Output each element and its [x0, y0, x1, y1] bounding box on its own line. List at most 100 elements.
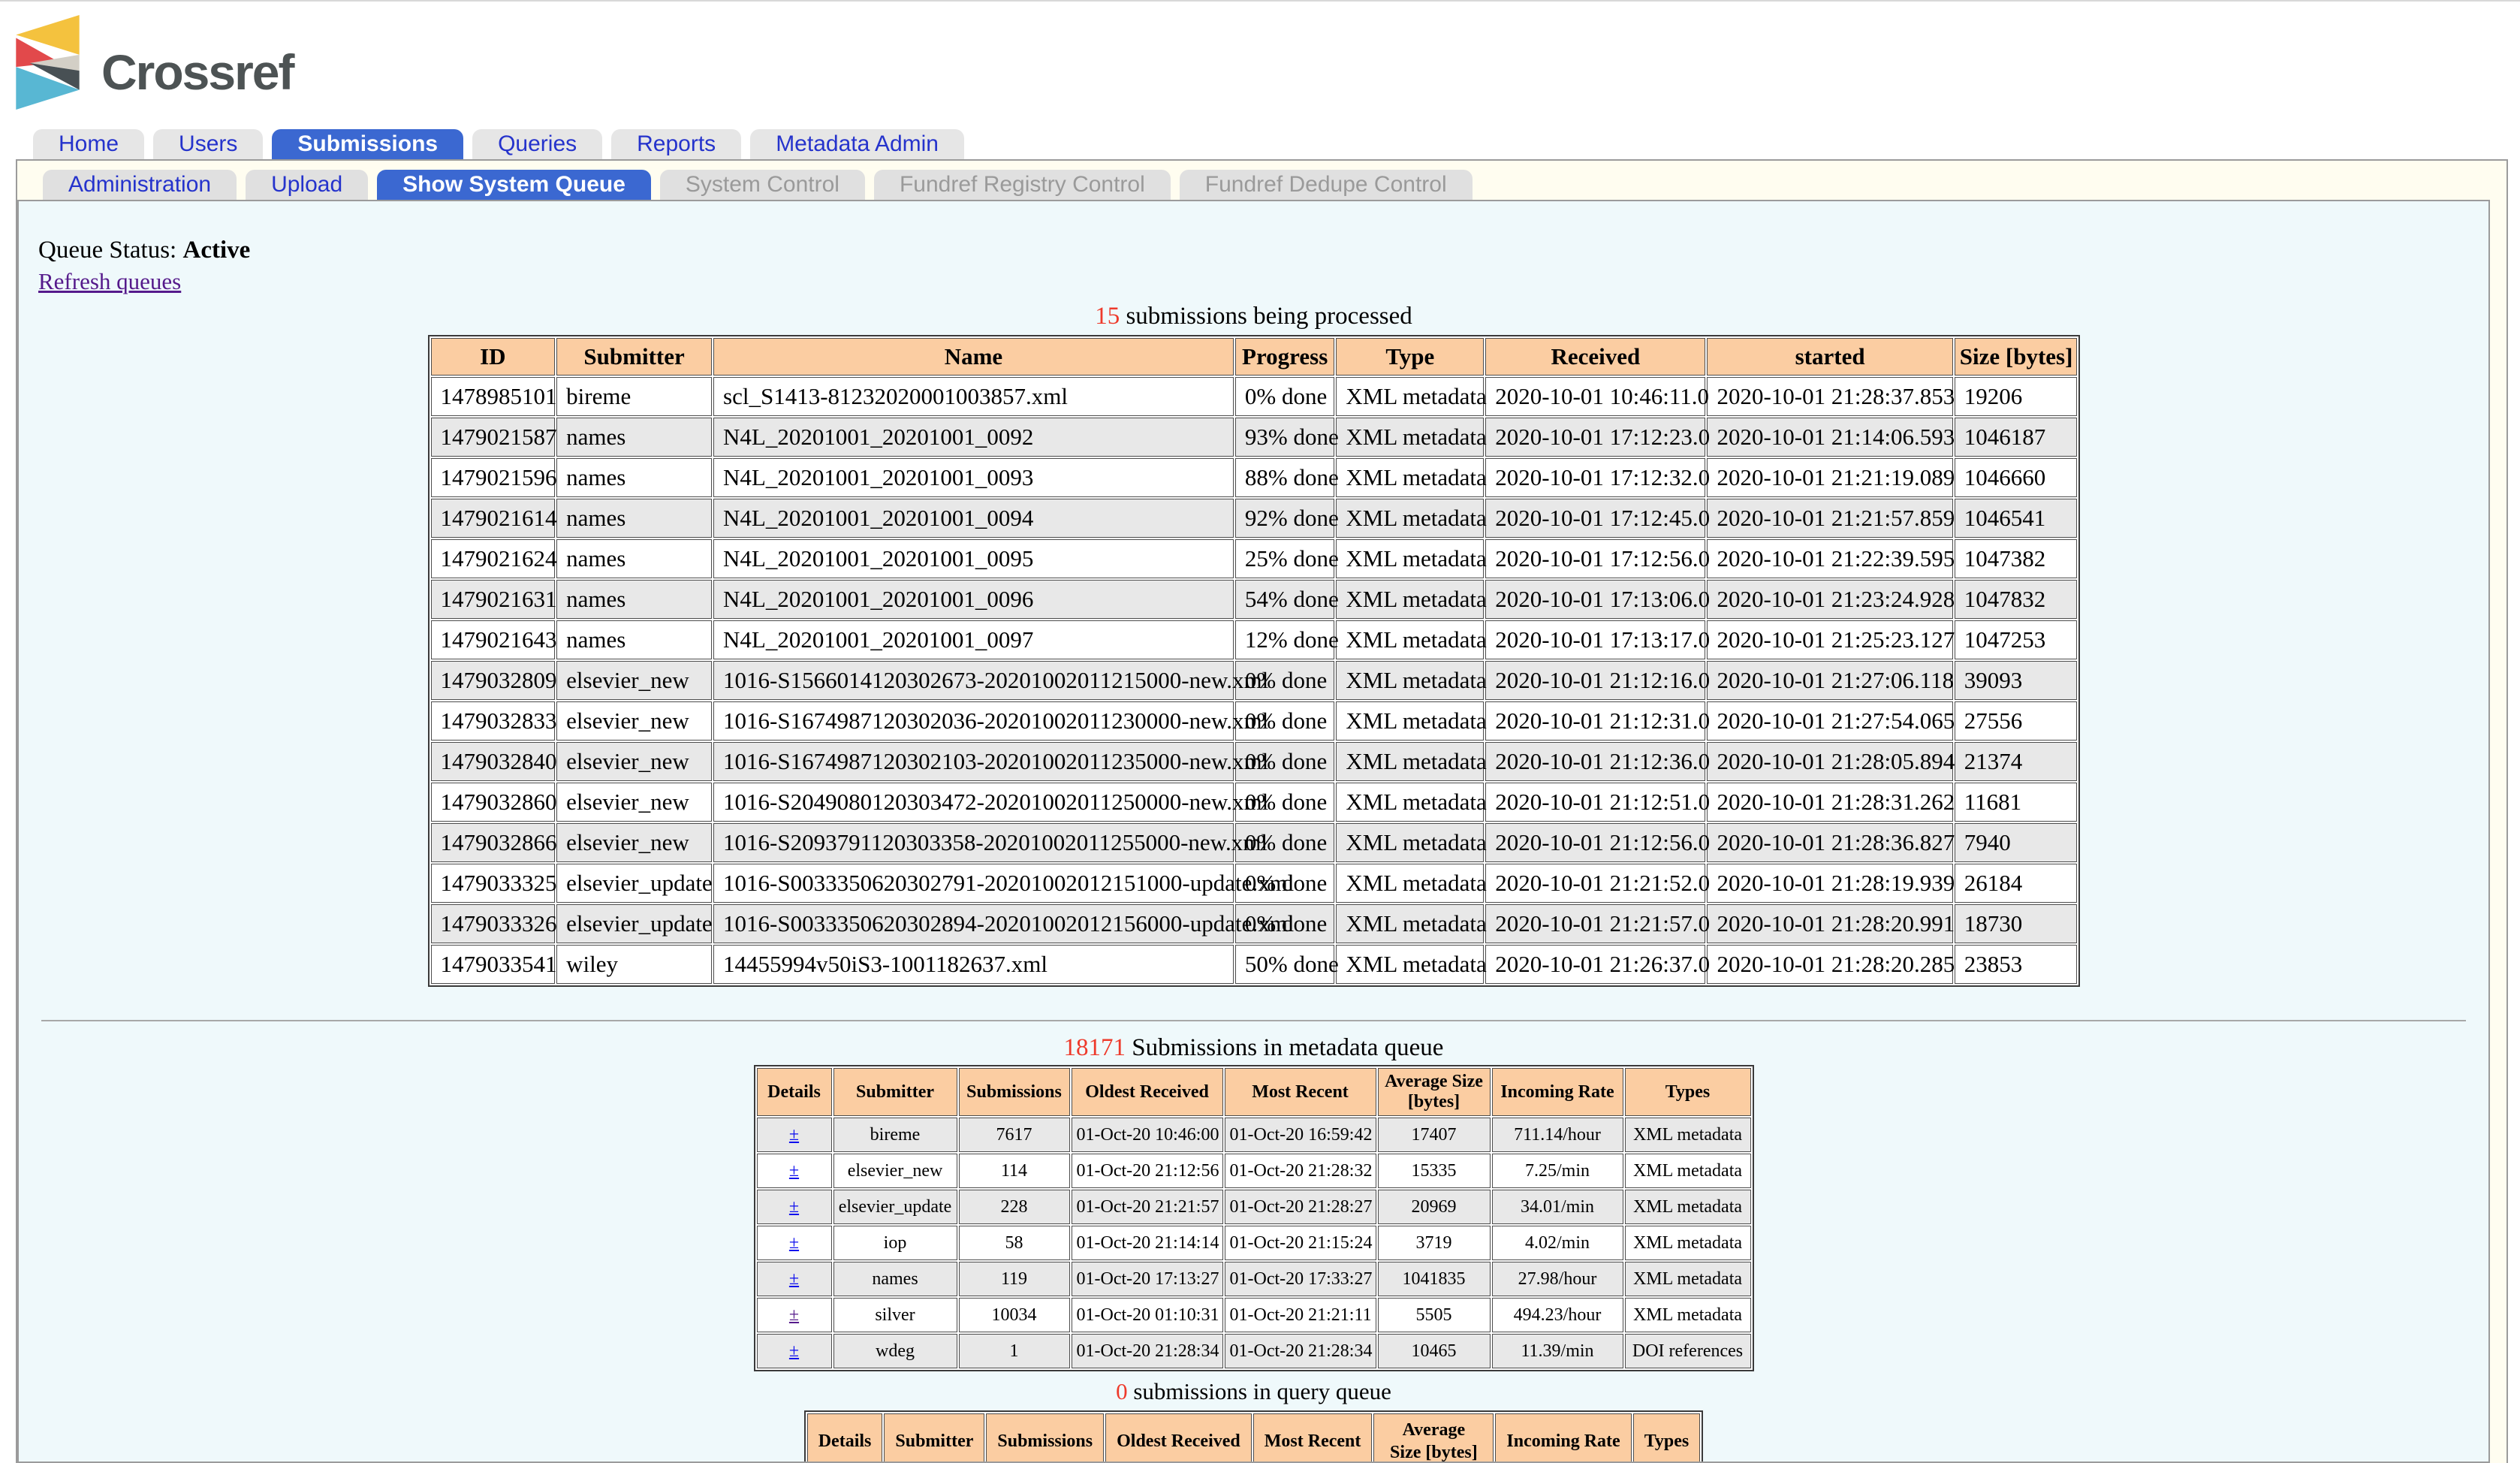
cell: 2020-10-01 21:12:16.0 [1485, 661, 1705, 700]
cell: N4L_20201001_20201001_0096 [713, 580, 1234, 619]
query-queue-caption: 0 submissions in query queue [19, 1377, 2488, 1406]
cell: 228 [959, 1190, 1070, 1224]
cell: 2020-10-01 21:28:19.939 [1707, 864, 1952, 903]
query-queue-header-row: DetailsSubmitterSubmissionsOldest Receiv… [807, 1413, 1701, 1463]
cell: XML metadata [1336, 904, 1484, 943]
table-row: 1479021643namesN4L_20201001_20201001_009… [431, 620, 2077, 659]
cell: 34.01/min [1492, 1190, 1623, 1224]
crossref-logo[interactable]: Crossref [16, 15, 2520, 110]
column-header: Progress [1235, 338, 1335, 376]
cell: XML metadata [1336, 823, 1484, 862]
cell: 1479032860 [431, 783, 556, 822]
expand-details-link[interactable]: ± [789, 1305, 799, 1325]
cell: 2020-10-01 21:12:31.0 [1485, 701, 1705, 741]
nav-tab-queries[interactable]: Queries [472, 129, 602, 159]
cell: 01-Oct-20 21:14:14 [1072, 1226, 1223, 1260]
cell: 2020-10-01 21:26:37.0 [1485, 945, 1705, 984]
expand-details-link[interactable]: ± [789, 1197, 799, 1217]
table-row: ±iop5801-Oct-20 21:14:1401-Oct-20 21:15:… [757, 1226, 1751, 1260]
cell: 1479032809 [431, 661, 556, 700]
expand-details-link[interactable]: ± [789, 1233, 799, 1253]
cell: 0% done [1235, 783, 1335, 822]
subtab-show-system-queue[interactable]: Show System Queue [377, 170, 651, 200]
column-header: Submitter [556, 338, 712, 376]
expand-details-link[interactable]: ± [789, 1125, 799, 1145]
details-cell: ± [757, 1226, 832, 1260]
nav-tab-reports[interactable]: Reports [611, 129, 741, 159]
expand-details-link[interactable]: ± [789, 1269, 799, 1289]
cell: 01-Oct-20 21:28:32 [1225, 1154, 1376, 1188]
metadata-queue-header-row: DetailsSubmitterSubmissionsOldest Receiv… [757, 1068, 1751, 1116]
cell: 1479021624 [431, 539, 556, 578]
cell: 2020-10-01 17:12:32.0 [1485, 458, 1705, 497]
cell: bireme [833, 1118, 957, 1152]
cell: 7940 [1955, 823, 2077, 862]
section-divider [41, 1020, 2466, 1021]
subtab-fundref-dedupe-control: Fundref Dedupe Control [1180, 170, 1473, 200]
cell: 2020-10-01 17:12:56.0 [1485, 539, 1705, 578]
cell: 01-Oct-20 01:10:31 [1072, 1298, 1223, 1332]
table-row: ±elsevier_update22801-Oct-20 21:21:5701-… [757, 1190, 1751, 1224]
cell: 2020-10-01 17:12:45.0 [1485, 499, 1705, 538]
cell: 2020-10-01 21:23:24.928 [1707, 580, 1952, 619]
nav-tab-home[interactable]: Home [33, 129, 144, 159]
cell: 1047253 [1955, 620, 2077, 659]
cell: 2020-10-01 21:21:19.089 [1707, 458, 1952, 497]
cell: names [556, 620, 712, 659]
cell: XML metadata [1625, 1226, 1751, 1260]
cell: N4L_20201001_20201001_0094 [713, 499, 1234, 538]
nav-tab-users[interactable]: Users [153, 129, 263, 159]
cell: 50% done [1235, 945, 1335, 984]
cell: 119 [959, 1262, 1070, 1296]
cell: 1479033326 [431, 904, 556, 943]
query-queue-count: 0 [1116, 1378, 1128, 1404]
cell: 58 [959, 1226, 1070, 1260]
subtab-administration[interactable]: Administration [43, 170, 237, 200]
cell: XML metadata [1336, 864, 1484, 903]
cell: 88% done [1235, 458, 1335, 497]
nav-tab-submissions[interactable]: Submissions [272, 129, 463, 159]
nav-tab-metadata-admin[interactable]: Metadata Admin [750, 129, 964, 159]
column-header: Details [757, 1068, 832, 1116]
cell: XML metadata [1336, 418, 1484, 457]
subtab-upload[interactable]: Upload [246, 170, 368, 200]
cell: 7617 [959, 1118, 1070, 1152]
cell: 0% done [1235, 864, 1335, 903]
cell: XML metadata [1336, 742, 1484, 781]
cell: elsevier_new [556, 701, 712, 741]
cell: 1478985101 [431, 377, 556, 416]
column-header: Oldest Received [1072, 1068, 1223, 1116]
table-row: 1479032860elsevier_new1016-S204908012030… [431, 783, 2077, 822]
cell: elsevier_new [833, 1154, 957, 1188]
cell: 1479032840 [431, 742, 556, 781]
cell: 0% done [1235, 377, 1335, 416]
table-row: 1479032866elsevier_new1016-S209379112030… [431, 823, 2077, 862]
cell: 27.98/hour [1492, 1262, 1623, 1296]
cell: 2020-10-01 21:28:37.853 [1707, 377, 1952, 416]
table-row: 1478985101biremescl_S1413-81232020001003… [431, 377, 2077, 416]
cell: XML metadata [1625, 1262, 1751, 1296]
expand-details-link[interactable]: ± [789, 1161, 799, 1181]
cell: 2020-10-01 17:13:17.0 [1485, 620, 1705, 659]
column-header: Incoming Rate [1495, 1413, 1631, 1463]
cell: 54% done [1235, 580, 1335, 619]
expand-details-link[interactable]: ± [789, 1341, 799, 1361]
table-row: 1479033541wiley14455994v50iS3-1001182637… [431, 945, 2077, 984]
cell: 2020-10-01 21:21:57.859 [1707, 499, 1952, 538]
cell: 1016-S0033350620302791-20201002012151000… [713, 864, 1234, 903]
cell: 2020-10-01 21:22:39.595 [1707, 539, 1952, 578]
cell: elsevier_update [556, 904, 712, 943]
cell: 23853 [1955, 945, 2077, 984]
cell: 1016-S2049080120303472-20201002011250000… [713, 783, 1234, 822]
table-row: ±bireme761701-Oct-20 10:46:0001-Oct-20 1… [757, 1118, 1751, 1152]
cell: 1047832 [1955, 580, 2077, 619]
cell: 01-Oct-20 21:21:11 [1225, 1298, 1376, 1332]
refresh-queues-link[interactable]: Refresh queues [38, 268, 181, 294]
cell: 1016-S1674987120302103-20201002011235000… [713, 742, 1234, 781]
cell: 2020-10-01 21:28:31.262 [1707, 783, 1952, 822]
cell: 2020-10-01 21:25:23.127 [1707, 620, 1952, 659]
cell: 26184 [1955, 864, 2077, 903]
column-header: Average Size [bytes] [1373, 1413, 1494, 1463]
cell: 0% done [1235, 701, 1335, 741]
cell: 2020-10-01 21:28:36.827 [1707, 823, 1952, 862]
